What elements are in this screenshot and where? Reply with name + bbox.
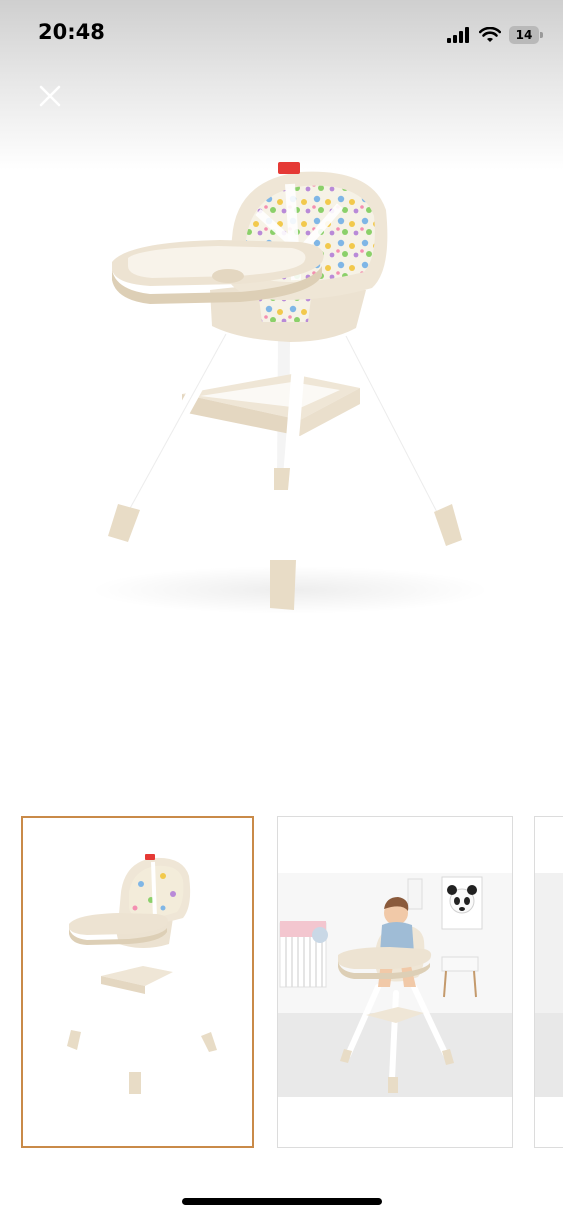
main-product-image xyxy=(0,150,563,640)
battery-charging-icon: 14 xyxy=(509,26,543,44)
thumbnail-1[interactable] xyxy=(21,816,254,1148)
status-time: 20:48 xyxy=(38,20,105,44)
status-bar: 20:48 14 xyxy=(0,0,563,66)
close-button[interactable] xyxy=(34,80,66,112)
home-indicator[interactable] xyxy=(182,1198,382,1205)
thumbnail-strip[interactable] xyxy=(0,816,563,1152)
status-icons: 14 xyxy=(447,24,543,46)
cellular-signal-icon xyxy=(447,27,469,43)
close-icon xyxy=(39,85,61,107)
thumbnail-3[interactable] xyxy=(534,816,563,1148)
battery-level: 14 xyxy=(515,28,533,42)
wifi-icon xyxy=(479,27,501,42)
thumbnail-2[interactable] xyxy=(277,816,513,1148)
